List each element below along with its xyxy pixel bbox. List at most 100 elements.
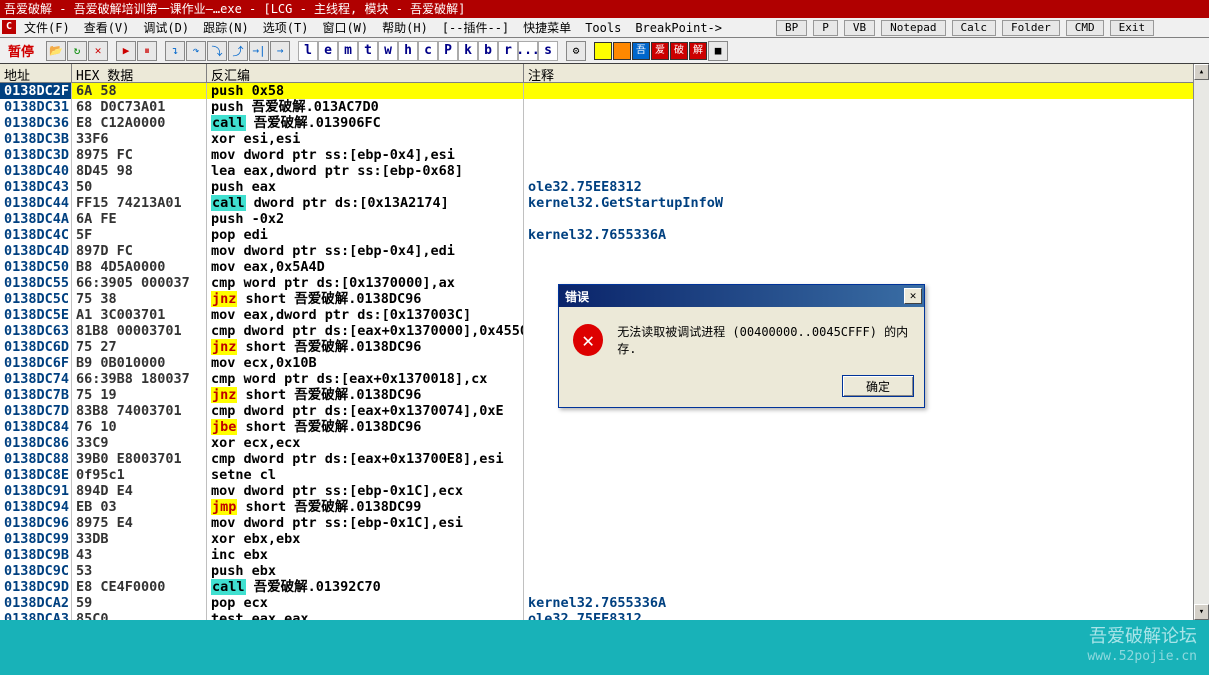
disasm-row[interactable]: 0138DC3168 D0C73A01push 吾爱破解.013AC7D0 [0, 99, 1209, 115]
disasm-row[interactable]: 0138DC9C53push ebx [0, 563, 1209, 579]
menu-view[interactable]: 查看(V) [78, 19, 136, 36]
menu-options[interactable]: 选项(T) [257, 19, 315, 36]
disasm-row[interactable]: 0138DC44FF15 74213A01call dword ptr ds:[… [0, 195, 1209, 211]
background-fill [0, 620, 1209, 675]
toolbar-traceinto-icon[interactable]: ⤵ [207, 41, 227, 61]
disasm-row[interactable]: 0138DC50B8 4D5A0000mov eax,0x5A4D [0, 259, 1209, 275]
cell-hex: A1 3C003701 [72, 307, 207, 323]
disasm-row[interactable]: 0138DC2F6A 58push 0x58 [0, 83, 1209, 99]
disasm-row[interactable]: 0138DC4D897D FCmov dword ptr ss:[ebp-0x4… [0, 243, 1209, 259]
disasm-row[interactable]: 0138DC4C5Fpop edikernel32.7655336A [0, 227, 1209, 243]
toolbar-letter-s[interactable]: s [538, 41, 558, 61]
menu-shortcut[interactable]: 快捷菜单 [517, 19, 577, 36]
toolbar-settings-icon[interactable]: ⚙ [566, 41, 586, 61]
toolbar-letter-...[interactable]: ... [518, 41, 538, 61]
cell-comment [524, 435, 1209, 451]
disasm-row[interactable]: 0138DC4A6A FEpush -0x2 [0, 211, 1209, 227]
cell-hex: 6A 58 [72, 83, 207, 99]
window-titlebar: 吾爱破解 - 吾爱破解培训第一课作业—…exe - [LCG - 主线程, 模块… [0, 0, 1209, 18]
toolbar-tilluser-icon[interactable]: → [270, 41, 290, 61]
toolbar-stepinto-icon[interactable]: ↴ [165, 41, 185, 61]
toolbar-color-4[interactable]: 爱 [651, 42, 669, 60]
toolbar-close-icon[interactable]: ✕ [88, 41, 108, 61]
header-comment[interactable]: 注释 [524, 64, 1209, 82]
disasm-row[interactable]: 0138DC4350push eaxole32.75EE8312 [0, 179, 1209, 195]
toolbar-letter-h[interactable]: h [398, 41, 418, 61]
vertical-scrollbar[interactable]: ▴ ▾ [1193, 64, 1209, 620]
disasm-row[interactable]: 0138DC8633C9xor ecx,ecx [0, 435, 1209, 451]
cell-disasm: cmp dword ptr ds:[eax+0x13700E8],esi [207, 451, 524, 467]
disasm-row[interactable]: 0138DC9B43inc ebx [0, 547, 1209, 563]
menu-debug[interactable]: 调试(D) [137, 19, 195, 36]
top-p-button[interactable]: P [813, 20, 838, 36]
toolbar-tillret-icon[interactable]: →| [249, 41, 269, 61]
disasm-row[interactable]: 0138DC9DE8 CE4F0000call 吾爱破解.01392C70 [0, 579, 1209, 595]
scroll-up-icon[interactable]: ▴ [1194, 64, 1209, 80]
toolbar-letter-c[interactable]: c [418, 41, 438, 61]
cell-comment [524, 243, 1209, 259]
menu-window[interactable]: 窗口(W) [316, 19, 374, 36]
toolbar-letter-P[interactable]: P [438, 41, 458, 61]
toolbar-pause-icon[interactable]: ⏸ [137, 41, 157, 61]
toolbar-letter-l[interactable]: l [298, 41, 318, 61]
disasm-row[interactable]: 0138DC3D8975 FCmov dword ptr ss:[ebp-0x4… [0, 147, 1209, 163]
toolbar-letter-t[interactable]: t [358, 41, 378, 61]
top-exit-button[interactable]: Exit [1110, 20, 1155, 36]
toolbar-letter-b[interactable]: b [478, 41, 498, 61]
toolbar-letter-e[interactable]: e [318, 41, 338, 61]
cell-comment [524, 563, 1209, 579]
disasm-row[interactable]: 0138DC3B33F6xor esi,esi [0, 131, 1209, 147]
toolbar-traceover-icon[interactable]: ⤴ [228, 41, 248, 61]
menu-file[interactable]: 文件(F) [18, 19, 76, 36]
header-address[interactable]: 地址 [0, 64, 72, 82]
toolbar-letter-w[interactable]: w [378, 41, 398, 61]
scroll-down-icon[interactable]: ▾ [1194, 604, 1209, 620]
cell-comment [524, 147, 1209, 163]
cell-hex: 43 [72, 547, 207, 563]
toolbar-color-1[interactable] [594, 42, 612, 60]
toolbar-letter-m[interactable]: m [338, 41, 358, 61]
disasm-row[interactable]: 0138DC94EB 03jmp short 吾爱破解.0138DC99 [0, 499, 1209, 515]
cell-disasm: push -0x2 [207, 211, 524, 227]
dialog-close-button[interactable]: ✕ [904, 288, 922, 304]
top-cmd-button[interactable]: CMD [1066, 20, 1104, 36]
toolbar-letter-k[interactable]: k [458, 41, 478, 61]
dialog-ok-button[interactable]: 确定 [842, 375, 914, 397]
toolbar-color-3[interactable]: 吾 [632, 42, 650, 60]
disasm-row[interactable]: 0138DC91894D E4mov dword ptr ss:[ebp-0x1… [0, 483, 1209, 499]
disasm-row[interactable]: 0138DC408D45 98lea eax,dword ptr ss:[ebp… [0, 163, 1209, 179]
watermark: 吾爱破解论坛 www.52pojie.cn [1087, 627, 1197, 667]
menu-breakpoint[interactable]: BreakPoint-> [629, 21, 728, 35]
top-vb-button[interactable]: VB [844, 20, 875, 36]
disasm-row[interactable]: 0138DC968975 E4mov dword ptr ss:[ebp-0x1… [0, 515, 1209, 531]
toolbar-stepover-icon[interactable]: ↷ [186, 41, 206, 61]
disasm-row[interactable]: 0138DC9933DBxor ebx,ebx [0, 531, 1209, 547]
dialog-titlebar[interactable]: 错误 ✕ [559, 285, 924, 307]
disasm-row[interactable]: 0138DCA259pop ecxkernel32.7655336A [0, 595, 1209, 611]
top-folder-button[interactable]: Folder [1002, 20, 1060, 36]
disasm-row[interactable]: 0138DC8E0f95c1setne cl [0, 467, 1209, 483]
toolbar-restart-icon[interactable]: ↻ [67, 41, 87, 61]
top-notepad-button[interactable]: Notepad [881, 20, 945, 36]
toolbar-color-5[interactable]: 破 [670, 42, 688, 60]
menu-tools[interactable]: Tools [579, 21, 627, 35]
toolbar-color-6[interactable]: 解 [689, 42, 707, 60]
top-calc-button[interactable]: Calc [952, 20, 997, 36]
disasm-row[interactable]: 0138DC8476 10jbe short 吾爱破解.0138DC96 [0, 419, 1209, 435]
cell-disasm: jmp short 吾爱破解.0138DC99 [207, 499, 524, 515]
cell-address: 0138DC31 [0, 99, 72, 115]
menu-plugins[interactable]: [--插件--] [436, 19, 515, 36]
cell-comment [524, 83, 1209, 99]
header-disasm[interactable]: 反汇编 [207, 64, 524, 82]
toolbar-open-icon[interactable]: 📂 [46, 41, 66, 61]
header-hex[interactable]: HEX 数据 [72, 64, 207, 82]
toolbar-extra-icon[interactable]: ■ [708, 41, 728, 61]
toolbar-run-icon[interactable]: ▶ [116, 41, 136, 61]
toolbar-color-2[interactable] [613, 42, 631, 60]
top-bp-button[interactable]: BP [776, 20, 807, 36]
disasm-row[interactable]: 0138DC36E8 C12A0000call 吾爱破解.013906FC [0, 115, 1209, 131]
menu-trace[interactable]: 跟踪(N) [197, 19, 255, 36]
menu-help[interactable]: 帮助(H) [376, 19, 434, 36]
disasm-row[interactable]: 0138DC8839B0 E8003701cmp dword ptr ds:[e… [0, 451, 1209, 467]
toolbar-letter-r[interactable]: r [498, 41, 518, 61]
